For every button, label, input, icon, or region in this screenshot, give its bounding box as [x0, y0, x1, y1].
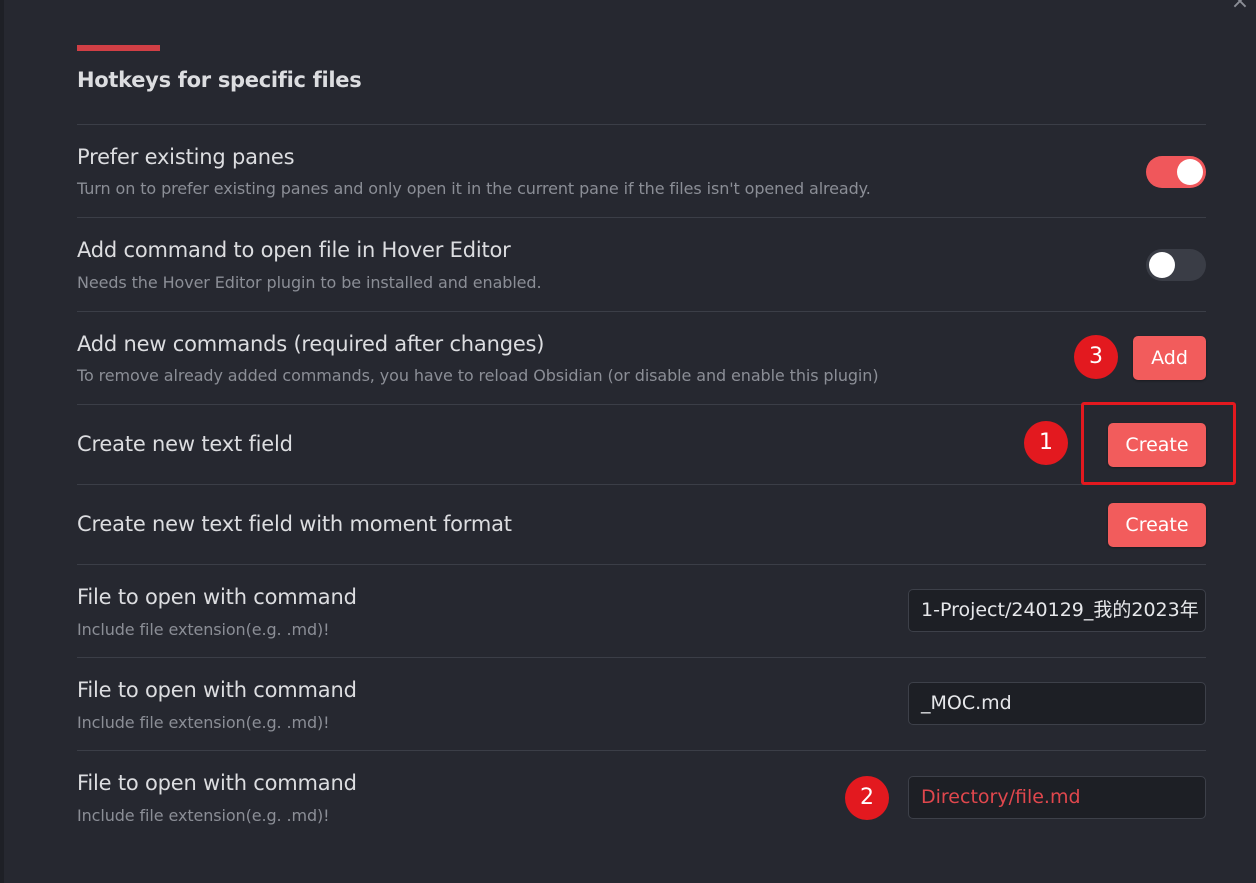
setting-create-moment-field: Create new text field with moment format… [77, 484, 1206, 565]
setting-hover-editor: Add command to open file in Hover Editor… [77, 217, 1206, 312]
setting-name: Add command to open file in Hover Editor [77, 238, 511, 262]
setting-file-to-open: File to open with command Include file e… [77, 657, 1206, 751]
setting-description: Turn on to prefer existing panes and onl… [77, 179, 871, 198]
left-edge [0, 0, 4, 883]
setting-description: To remove already added commands, you ha… [77, 366, 879, 385]
section-title: Hotkeys for specific files [77, 68, 362, 92]
setting-name: File to open with command [77, 771, 357, 795]
annotation-badge-2: 2 [845, 776, 889, 820]
file-path-input[interactable]: _MOC.md [908, 682, 1206, 725]
setting-file-to-open: File to open with command Include file e… [77, 564, 1206, 658]
setting-description: Include file extension(e.g. .md)! [77, 806, 330, 825]
setting-description: Include file extension(e.g. .md)! [77, 713, 330, 732]
setting-name: Create new text field [77, 432, 293, 456]
setting-name: File to open with command [77, 678, 357, 702]
section-accent-bar [77, 45, 160, 51]
file-path-input[interactable]: Directory/file.md [908, 776, 1206, 819]
annotation-badge-1: 1 [1024, 421, 1068, 465]
setting-add-commands: Add new commands (required after changes… [77, 311, 1206, 405]
annotation-badge-3: 3 [1074, 335, 1118, 379]
toggle-knob [1149, 252, 1175, 278]
setting-name: Add new commands (required after changes… [77, 332, 545, 356]
setting-prefer-existing-panes: Prefer existing panes Turn on to prefer … [77, 124, 1206, 218]
prefer-panes-toggle[interactable] [1146, 156, 1206, 188]
create-moment-field-button[interactable]: Create [1108, 503, 1206, 547]
setting-description: Include file extension(e.g. .md)! [77, 620, 330, 639]
close-icon[interactable]: × [1228, 0, 1252, 13]
setting-description: Needs the Hover Editor plugin to be inst… [77, 273, 542, 292]
file-path-input[interactable]: 1-Project/240129_我的2023年 [908, 589, 1206, 632]
setting-name: Prefer existing panes [77, 145, 295, 169]
toggle-knob [1177, 159, 1203, 185]
hover-editor-toggle[interactable] [1146, 249, 1206, 281]
setting-name: Create new text field with moment format [77, 512, 512, 536]
settings-page: × Hotkeys for specific files Prefer exis… [0, 0, 1256, 883]
annotation-highlight-box [1081, 402, 1236, 485]
setting-name: File to open with command [77, 585, 357, 609]
setting-file-to-open: File to open with command Include file e… [77, 750, 1206, 844]
add-commands-button[interactable]: Add [1133, 336, 1206, 380]
